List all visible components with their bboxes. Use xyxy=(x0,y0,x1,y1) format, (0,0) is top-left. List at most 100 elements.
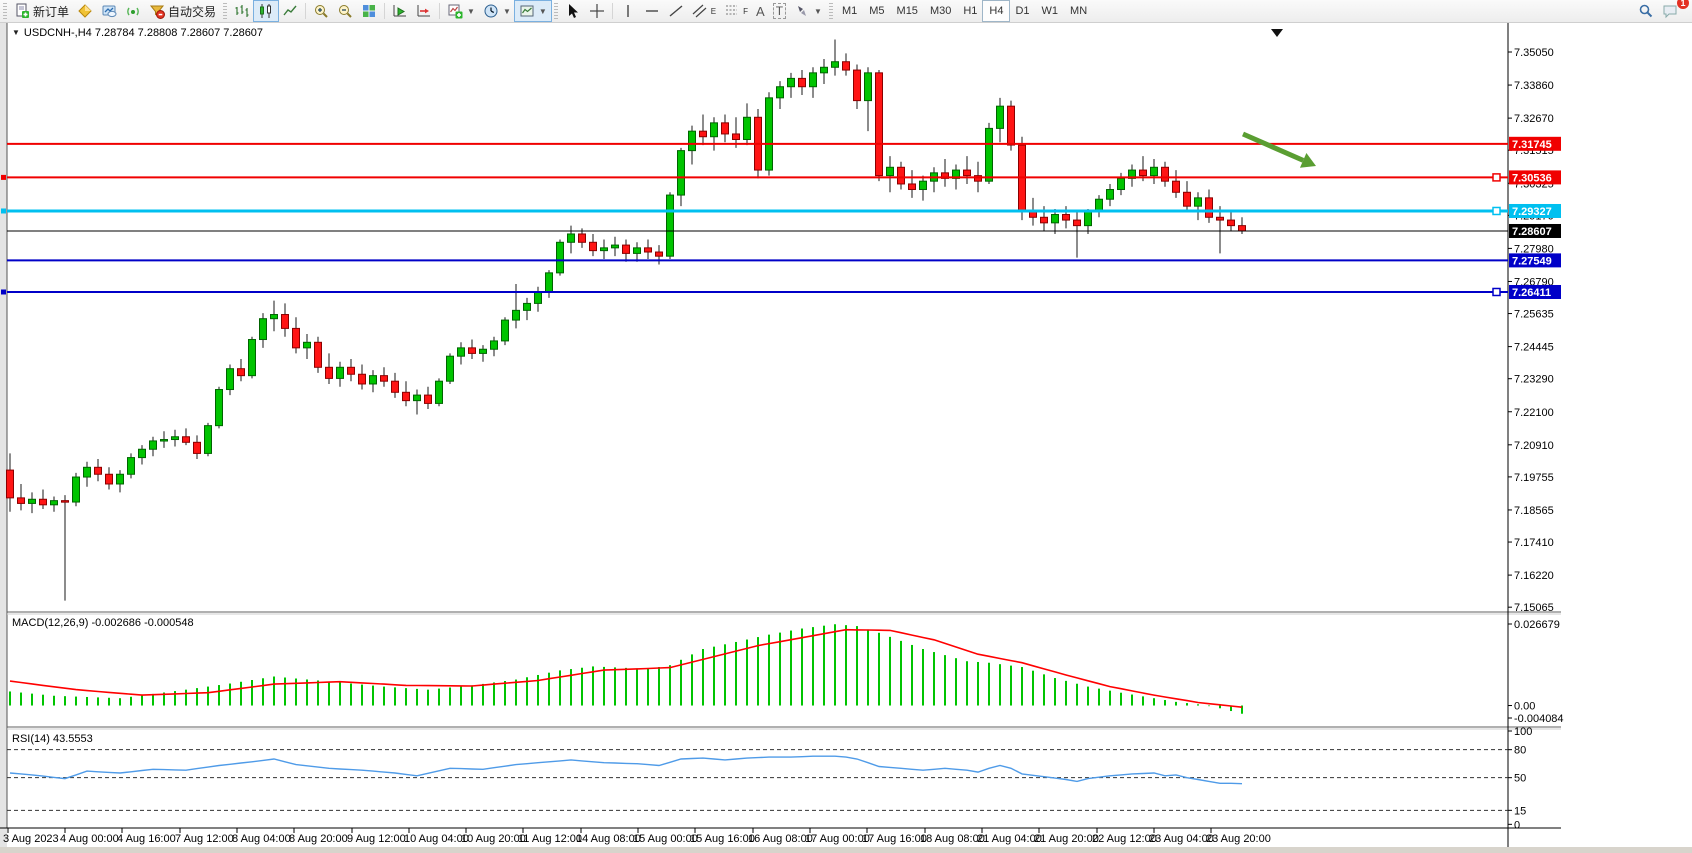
candle-body[interactable] xyxy=(304,342,311,348)
time-axis-label[interactable]: 14 Aug 08:00 xyxy=(576,833,641,845)
candle-body[interactable] xyxy=(1019,145,1026,212)
candle-body[interactable] xyxy=(810,73,817,87)
candle-body[interactable] xyxy=(854,70,861,101)
candle-body[interactable] xyxy=(1008,106,1015,145)
candle-body[interactable] xyxy=(381,376,388,382)
candle-body[interactable] xyxy=(502,320,509,341)
time-axis-label[interactable]: 21 Aug 20:00 xyxy=(1034,833,1099,845)
timeframe-button-MN[interactable]: MN xyxy=(1064,1,1093,21)
tile-windows-button[interactable] xyxy=(357,1,381,21)
candle-body[interactable] xyxy=(634,248,641,254)
candle-body[interactable] xyxy=(172,437,179,440)
candle-body[interactable] xyxy=(282,315,289,329)
time-axis-label[interactable]: 8 Aug 20:00 xyxy=(289,833,348,845)
time-axis-label[interactable]: 9 Aug 12:00 xyxy=(347,833,406,845)
arrows-tool-button[interactable]: ▼ xyxy=(790,1,826,21)
time-axis-label[interactable]: 22 Aug 12:00 xyxy=(1092,833,1157,845)
candle-body[interactable] xyxy=(887,167,894,175)
auto-scroll-button[interactable] xyxy=(388,1,412,21)
candle-body[interactable] xyxy=(458,348,465,356)
vertical-line-tool-button[interactable] xyxy=(616,1,640,21)
candle-body[interactable] xyxy=(1118,178,1125,189)
chart-shift-button[interactable] xyxy=(412,1,436,21)
time-axis-label[interactable]: 16 Aug 08:00 xyxy=(748,833,813,845)
level-handle[interactable] xyxy=(1493,207,1500,214)
candle-body[interactable] xyxy=(84,467,91,477)
candle-body[interactable] xyxy=(997,106,1004,128)
timeframe-button-M15[interactable]: M15 xyxy=(891,1,924,21)
time-axis-label[interactable]: 8 Aug 04:00 xyxy=(232,833,291,845)
zoom-out-button[interactable] xyxy=(333,1,357,21)
candle-body[interactable] xyxy=(513,310,520,320)
time-axis-label[interactable]: 18 Aug 08:00 xyxy=(920,833,985,845)
candle-body[interactable] xyxy=(1030,212,1037,218)
crosshair-tool-button[interactable] xyxy=(585,1,609,21)
candle-body[interactable] xyxy=(557,242,564,273)
candle-body[interactable] xyxy=(315,342,322,367)
candle-body[interactable] xyxy=(579,234,586,242)
metaeditor-button[interactable] xyxy=(73,1,97,21)
candle-body[interactable] xyxy=(414,395,421,401)
time-axis-label[interactable]: 7 Aug 12:00 xyxy=(175,833,234,845)
timeframe-button-M1[interactable]: M1 xyxy=(836,1,863,21)
zoom-in-button[interactable] xyxy=(309,1,333,21)
time-axis-label[interactable]: 10 Aug 04:00 xyxy=(404,833,469,845)
candle-body[interactable] xyxy=(436,381,443,403)
candle-body[interactable] xyxy=(689,131,696,150)
timeframe-button-H1[interactable]: H1 xyxy=(957,1,983,21)
candle-body[interactable] xyxy=(205,426,212,454)
candle-body[interactable] xyxy=(1052,215,1059,223)
level-handle[interactable] xyxy=(1493,288,1500,295)
candle-body[interactable] xyxy=(1063,215,1070,221)
candle-body[interactable] xyxy=(194,442,201,453)
signals-button[interactable] xyxy=(121,1,145,21)
candle-body[interactable] xyxy=(392,381,399,392)
chart-canvas[interactable]: 7.350507.338607.326707.315157.303257.291… xyxy=(0,0,1692,853)
candle-body[interactable] xyxy=(62,501,69,503)
candle-body[interactable] xyxy=(337,367,344,378)
search-button[interactable] xyxy=(1634,1,1658,21)
candle-body[interactable] xyxy=(821,67,828,73)
candle-body[interactable] xyxy=(656,252,663,256)
time-axis-label[interactable]: 23 Aug 20:00 xyxy=(1206,833,1271,845)
candle-body[interactable] xyxy=(535,292,542,303)
candle-body[interactable] xyxy=(711,123,718,137)
candle-body[interactable] xyxy=(480,349,487,353)
candle-body[interactable] xyxy=(1107,190,1114,200)
candle-body[interactable] xyxy=(249,340,256,376)
candle-body[interactable] xyxy=(348,367,355,374)
candle-body[interactable] xyxy=(18,498,25,504)
candle-body[interactable] xyxy=(183,437,190,443)
cursor-tool-button[interactable] xyxy=(561,1,585,21)
level-handle-left[interactable] xyxy=(1,289,6,294)
candle-body[interactable] xyxy=(1151,167,1158,175)
fibonacci-tool-button[interactable]: F xyxy=(720,1,752,21)
candle-body[interactable] xyxy=(51,501,58,505)
bar-chart-button[interactable] xyxy=(230,1,254,21)
candle-body[interactable] xyxy=(227,369,234,390)
timeframe-button-H4[interactable]: H4 xyxy=(983,1,1009,21)
candle-body[interactable] xyxy=(271,315,278,319)
candle-body[interactable] xyxy=(326,367,333,378)
candle-body[interactable] xyxy=(568,234,575,242)
candle-body[interactable] xyxy=(1239,226,1246,231)
candle-body[interactable] xyxy=(1140,170,1147,176)
timeframe-button-W1[interactable]: W1 xyxy=(1036,1,1065,21)
label-tool-button[interactable]: T xyxy=(769,1,790,21)
chart-dropdown-icon[interactable]: ▼ xyxy=(12,28,20,37)
time-axis-label[interactable]: 23 Aug 04:00 xyxy=(1149,833,1214,845)
candle-body[interactable] xyxy=(645,248,652,252)
candle-body[interactable] xyxy=(370,376,377,384)
time-axis-label[interactable]: 10 Aug 20:00 xyxy=(461,833,526,845)
candle-body[interactable] xyxy=(865,73,872,101)
candle-body[interactable] xyxy=(1085,212,1092,226)
candle-body[interactable] xyxy=(909,184,916,190)
candle-body[interactable] xyxy=(733,134,740,140)
candle-body[interactable] xyxy=(1184,192,1191,206)
candle-body[interactable] xyxy=(524,303,531,310)
candle-body[interactable] xyxy=(1074,220,1081,226)
candle-body[interactable] xyxy=(7,470,14,498)
candle-body[interactable] xyxy=(161,440,168,442)
candle-body[interactable] xyxy=(29,499,36,503)
candle-body[interactable] xyxy=(403,392,410,400)
